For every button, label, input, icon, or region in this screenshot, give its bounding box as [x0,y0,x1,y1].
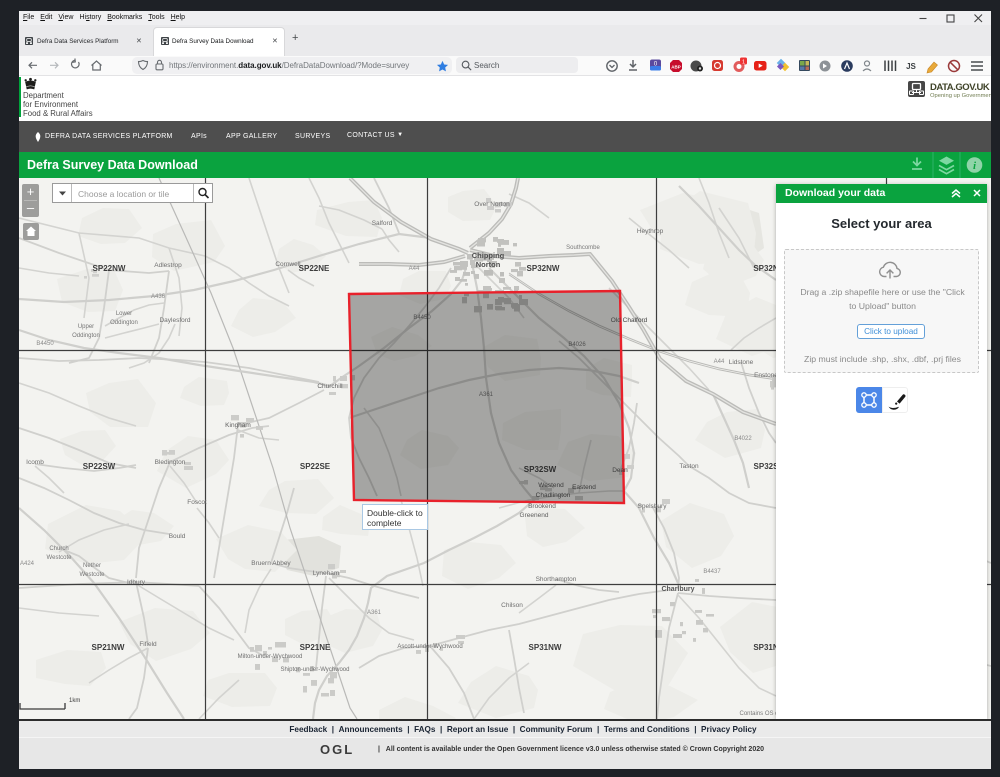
svg-text:A44: A44 [714,359,725,365]
svg-text:Chipping: Chipping [472,251,505,260]
svg-text:B4450: B4450 [36,341,54,347]
svg-text:Charlbury: Charlbury [661,586,694,593]
svg-text:Westend: Westend [538,482,564,489]
svg-text:Shipton-under-Wychwood: Shipton-under-Wychwood [281,667,350,673]
svg-text:Bledington: Bledington [155,459,186,466]
svg-text:Contains OS d: Contains OS d [739,711,778,717]
svg-text:1: 1 [742,59,745,65]
svg-text:Foscot: Foscot [187,499,207,506]
svg-text:Adlestrop: Adlestrop [154,262,182,269]
svg-text:Oddington: Oddington [72,333,100,339]
svg-text:Lidstone: Lidstone [729,359,754,366]
svg-text:B4026: B4026 [568,342,586,348]
svg-text:Icomb: Icomb [26,459,44,466]
svg-text:Nether: Nether [83,563,101,569]
svg-text:A361: A361 [479,392,494,398]
svg-text:SP22SW: SP22SW [83,462,116,471]
svg-text:Upper: Upper [78,324,94,330]
svg-text:A436: A436 [151,294,166,300]
svg-text:Westcote: Westcote [80,572,106,578]
svg-text:Milton-under-Wychwood: Milton-under-Wychwood [238,654,303,660]
svg-text:Churchill: Churchill [317,383,343,390]
svg-text:Southcombe: Southcombe [566,245,600,251]
svg-text:Taston: Taston [679,463,699,470]
svg-text:Shorthampton: Shorthampton [536,576,577,583]
svg-text:SP22SE: SP22SE [300,462,331,471]
svg-text:Church: Church [49,546,68,552]
svg-text:A424: A424 [20,561,35,567]
svg-text:Bould: Bould [169,533,186,540]
svg-text:Over Norton: Over Norton [474,201,510,208]
svg-text:Chilson: Chilson [501,602,523,609]
svg-text:Chadlington: Chadlington [536,492,571,499]
svg-text:Daylesford: Daylesford [159,317,190,324]
svg-text:Oddington: Oddington [110,320,138,326]
svg-text:Norton: Norton [476,260,501,269]
svg-text:SP31NW: SP31NW [529,643,562,652]
svg-text:Lower: Lower [116,311,132,317]
svg-text:Brookend: Brookend [528,503,556,510]
svg-text:Ascott-under-Wychwood: Ascott-under-Wychwood [397,644,462,650]
svg-text:SP32NW: SP32NW [527,264,560,273]
svg-text:Lyneham: Lyneham [313,570,340,577]
svg-text:Bruern Abbey: Bruern Abbey [251,560,291,567]
svg-text:B4022: B4022 [734,436,752,442]
svg-text:Heythrop: Heythrop [637,228,664,235]
svg-text:JS: JS [906,62,916,71]
svg-text:B4450: B4450 [413,315,431,321]
svg-text:Greenend: Greenend [520,512,549,519]
svg-text:B4437: B4437 [703,569,721,575]
svg-text:Idbury: Idbury [127,579,146,586]
svg-text:SP22NE: SP22NE [299,264,330,273]
svg-text:Dean: Dean [612,467,628,474]
svg-text:Eastend: Eastend [572,484,596,491]
svg-text:Enstone: Enstone [754,372,778,379]
svg-text:Old Chalford: Old Chalford [611,317,648,324]
svg-text:Westcote: Westcote [47,555,73,561]
svg-text:SP21NE: SP21NE [300,643,331,652]
svg-text:Fifield: Fifield [139,641,157,648]
svg-text:Cornwell: Cornwell [275,261,301,268]
svg-text:1km: 1km [69,698,80,704]
svg-text:SP22NW: SP22NW [93,264,126,273]
svg-text:SP32SW: SP32SW [524,465,557,474]
svg-text:A361: A361 [367,610,382,616]
svg-text:Spelsbury: Spelsbury [638,503,668,510]
svg-text:Salford: Salford [372,220,393,227]
svg-text:SP21NW: SP21NW [92,643,125,652]
svg-text:ABP: ABP [671,65,681,70]
svg-text:A44: A44 [409,266,420,272]
svg-text:Kingham: Kingham [225,422,251,429]
